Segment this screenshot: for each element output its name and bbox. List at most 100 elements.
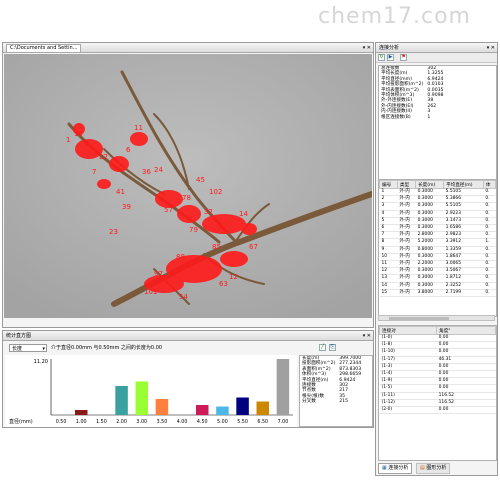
connection-header[interactable]: 体 [482, 180, 496, 189]
watermark: chem17.com [318, 4, 471, 29]
connection-row[interactable]: 8 外-内 5.2000 3.3912 1. [379, 238, 496, 247]
connection-cell: 0. [483, 217, 496, 226]
connection-cell: 1.8647 [443, 253, 484, 262]
pair-row[interactable]: (1-12) 116.52 [379, 399, 496, 408]
connection-cell: 9 [379, 246, 398, 254]
pair-row[interactable]: (2-0) 0.00 [379, 406, 496, 415]
connection-row[interactable]: 9 外-内 0.8000 1.3359 0. [379, 246, 496, 254]
pair-row[interactable]: (1-10) 0.00 [379, 348, 496, 357]
pair-header[interactable]: 角度° [436, 326, 496, 335]
flag-icon[interactable]: ⚑ [400, 54, 407, 61]
connection-row[interactable]: 11 外-内 2.2000 3.0065 0. [379, 260, 496, 269]
connection-cell: 3.0065 [443, 260, 484, 269]
svg-text:36: 36 [142, 168, 151, 176]
connection-cell: 2.2000 [415, 260, 444, 269]
histogram-bar[interactable] [236, 397, 249, 416]
connection-row[interactable]: 7 外-内 2.8000 2.9823 0. [379, 231, 496, 240]
connection-cell: 0.3000 [415, 224, 444, 233]
histogram-bar[interactable] [135, 381, 149, 416]
connection-row[interactable]: 1 外-内 0.3000 5.5105 0. [379, 188, 496, 197]
histogram-controls[interactable]: ▾ ✕ [363, 331, 371, 341]
connection-row[interactable]: 5 外-内 0.3000 3.1473 0. [379, 217, 496, 226]
tab-graph-analysis[interactable]: ▤ 图形分析 [416, 463, 451, 474]
analysis-toolbar: ↻ ▶ ⚑ [376, 53, 497, 63]
connection-cell: 外-内 [397, 210, 416, 218]
svg-text:14: 14 [239, 210, 248, 218]
connection-cell: 外-内 [397, 246, 416, 254]
pair-row[interactable]: (1-9) 0.00 [379, 377, 496, 386]
connection-cell: 5.5105 [443, 202, 484, 211]
pair-row[interactable]: (1-11) 116.52 [379, 392, 496, 400]
connection-cell: 外-内 [397, 253, 416, 262]
connection-header[interactable]: 编号 [379, 180, 398, 189]
tab-connection-analysis[interactable]: ▦ 连接分析 [378, 463, 413, 474]
connection-cell: 0. [483, 231, 496, 240]
connection-row[interactable]: 3 外-内 0.3000 5.5105 0. [379, 202, 496, 211]
svg-text:11: 11 [134, 124, 143, 132]
connection-row[interactable]: 4 外-内 0.3000 2.9223 0. [379, 210, 496, 218]
connection-cell: 0.3000 [415, 282, 444, 290]
connection-cell: 外-内 [397, 224, 416, 233]
pair-cell: (1-17) [379, 356, 437, 364]
pair-cell: (1-0) [379, 334, 437, 343]
histogram-bar[interactable] [256, 401, 270, 416]
connection-header[interactable]: 平均直径(m) [443, 180, 484, 189]
pair-cell: (1-5) [379, 384, 437, 393]
pair-cell: (1-9) [379, 377, 437, 386]
pair-row[interactable]: (1-4) 0.00 [379, 370, 496, 379]
svg-text:19: 19 [74, 130, 83, 138]
pair-row[interactable]: (1-3) 0.00 [379, 363, 496, 372]
svg-text:32: 32 [204, 208, 213, 216]
pair-cell: (2-0) [379, 406, 437, 415]
connection-cell: 1.3359 [443, 246, 484, 254]
histogram-bar[interactable] [74, 410, 88, 415]
connection-cell: 0.3000 [415, 202, 444, 211]
summary-row: 根区连接数(B) 1 [379, 115, 445, 120]
connection-cell: 0. [483, 289, 496, 298]
metric-dropdown[interactable]: 长度 ▾ [9, 344, 47, 352]
connection-row[interactable]: 10 外-内 0.3000 1.8647 0. [379, 253, 496, 262]
histogram-bar[interactable] [195, 405, 209, 415]
root-scan-image[interactable]: 1 19 22 6 11 36 41 24 57 78 32 79 85 88 97 101 54 12… [4, 54, 372, 318]
histogram-bar[interactable] [115, 386, 128, 415]
chart-icon[interactable]: ╱ [319, 344, 326, 351]
histogram-bar[interactable] [216, 406, 229, 416]
histogram-chart: 11.20 直径(mm) 0.50 1.00 1.50 2.00 3.00 3.50 4.00 4… [5, 355, 297, 427]
analysis-panel-controls[interactable]: ▾ ✕ [487, 43, 495, 53]
connection-row[interactable]: 15 外-内 3.8000 2.7199 0. [379, 289, 496, 298]
svg-text:97: 97 [154, 270, 163, 278]
connection-cell: 外-内 [397, 231, 416, 240]
connection-cell: 12 [379, 267, 398, 276]
histogram-title: 统计直方图 [6, 333, 32, 339]
connection-cell: 2.3252 [443, 282, 484, 290]
grid-scrollbar[interactable] [378, 315, 495, 321]
histogram-bar[interactable] [276, 359, 290, 415]
grid-scroll-thumb[interactable] [389, 317, 449, 320]
pair-row[interactable]: (1-5) 0.00 [379, 384, 496, 393]
connection-row[interactable]: 14 外-内 0.3000 2.3252 0. [379, 282, 496, 290]
histogram-bar[interactable] [155, 399, 169, 415]
image-window-controls[interactable]: ▾ ✕ [363, 43, 371, 53]
pair-header[interactable]: 连接对 [379, 326, 438, 335]
connection-cell: 5.3866 [443, 195, 484, 204]
root-image-svg: 1 19 22 6 11 36 41 24 57 78 32 79 85 88 97 101 54 12… [4, 54, 372, 318]
pair-cell: 0.00 [436, 348, 496, 357]
connection-cell: 外-内 [397, 267, 416, 276]
connection-cell: 外-内 [397, 274, 416, 283]
connection-row[interactable]: 13 外-内 0.3000 1.8712 0. [379, 274, 496, 283]
pair-row[interactable]: (1-17) 46.31 [379, 356, 496, 364]
connection-header[interactable]: 长度(m) [415, 180, 445, 189]
connection-header[interactable]: 类型 [396, 180, 417, 189]
pair-row[interactable]: (1-0) 0.00 [379, 334, 496, 343]
connection-row[interactable]: 2 外-内 0.3000 5.3866 0. [379, 195, 496, 204]
export-icon[interactable]: ⎘ [329, 344, 336, 351]
connection-row[interactable]: 6 外-内 0.3000 1.6586 0. [379, 224, 496, 233]
connection-cell: 0.3000 [415, 217, 444, 226]
pair-cell: 46.31 [436, 356, 496, 364]
pair-row[interactable]: (1-8) 0.00 [379, 341, 496, 350]
summary-row-value: 1 [427, 114, 431, 120]
refresh-icon[interactable]: ↻ [378, 54, 385, 61]
connection-row[interactable]: 12 外-内 0.3000 3.5067 0. [379, 267, 496, 276]
play-icon[interactable]: ▶ [387, 54, 394, 61]
x-tick-label: 2.00 [116, 419, 127, 425]
